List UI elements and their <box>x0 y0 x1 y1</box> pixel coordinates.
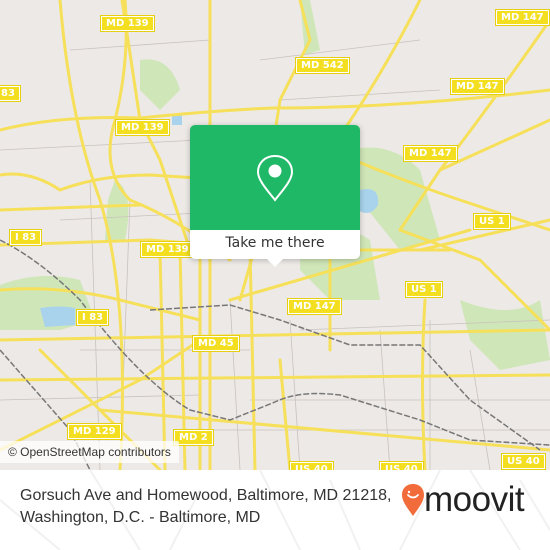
lake-druid <box>40 306 75 327</box>
road-harford <box>248 248 257 470</box>
popup-header <box>190 125 360 230</box>
page: MD 139 MD 139 MD 139 I 83 I 83 83 MD 542… <box>0 0 550 550</box>
road-mid <box>0 373 550 382</box>
road-shield: MD 542 <box>295 57 350 74</box>
road-shield: MD 139 <box>100 15 155 32</box>
road-edison <box>421 298 427 470</box>
road-shield: 83 <box>0 85 21 102</box>
road-shield: MD 147 <box>495 9 550 26</box>
road-shield: MD 129 <box>67 423 122 440</box>
road-shield: MD 45 <box>192 335 240 352</box>
road-shield: US 1 <box>473 213 511 230</box>
road-shield: MD 147 <box>287 298 342 315</box>
moovit-wordmark: moovit <box>424 480 525 519</box>
footer: Gorsuch Ave and Homewood, Baltimore, MD … <box>0 470 550 550</box>
road-shield: I 83 <box>75 309 110 326</box>
map-attribution[interactable]: © OpenStreetMap contributors <box>0 441 179 463</box>
moovit-logo[interactable]: moovit <box>400 480 540 520</box>
take-me-there-button[interactable]: Take me there <box>190 230 360 259</box>
park-cylburn <box>140 59 180 110</box>
address-text: Gorsuch Ave and Homewood, Baltimore, MD … <box>20 485 400 529</box>
road-shield: MD 2 <box>173 429 214 446</box>
road-shield: MD 147 <box>403 145 458 162</box>
rail-amtrak <box>0 239 550 446</box>
road-east-west <box>0 328 550 342</box>
map-pin-icon <box>256 154 294 202</box>
road-shield: I 83 <box>8 229 43 246</box>
road-shield: US 40 <box>289 461 334 470</box>
road-shield: MD 147 <box>450 78 505 95</box>
road-md147 <box>398 18 550 232</box>
road-shield: MD 139 <box>140 241 195 258</box>
road-shield: US 1 <box>405 281 443 298</box>
road-northern-east <box>438 118 550 172</box>
moovit-pin-icon <box>402 484 424 516</box>
road-shield: US 40 <box>379 461 424 470</box>
road-n-charles <box>158 248 167 470</box>
address-line-2: Washington, D.C. - Baltimore, MD <box>20 509 261 526</box>
popup-pointer <box>266 258 284 267</box>
address-line-1: Gorsuch Ave and Homewood, Baltimore, MD … <box>20 487 392 504</box>
map[interactable]: MD 139 MD 139 MD 139 I 83 I 83 83 MD 542… <box>0 0 550 470</box>
location-popup: Take me there <box>190 125 360 267</box>
road-shield: MD 139 <box>115 119 170 136</box>
park-herring-run <box>460 300 550 370</box>
road-shield: US 40 <box>501 453 546 470</box>
